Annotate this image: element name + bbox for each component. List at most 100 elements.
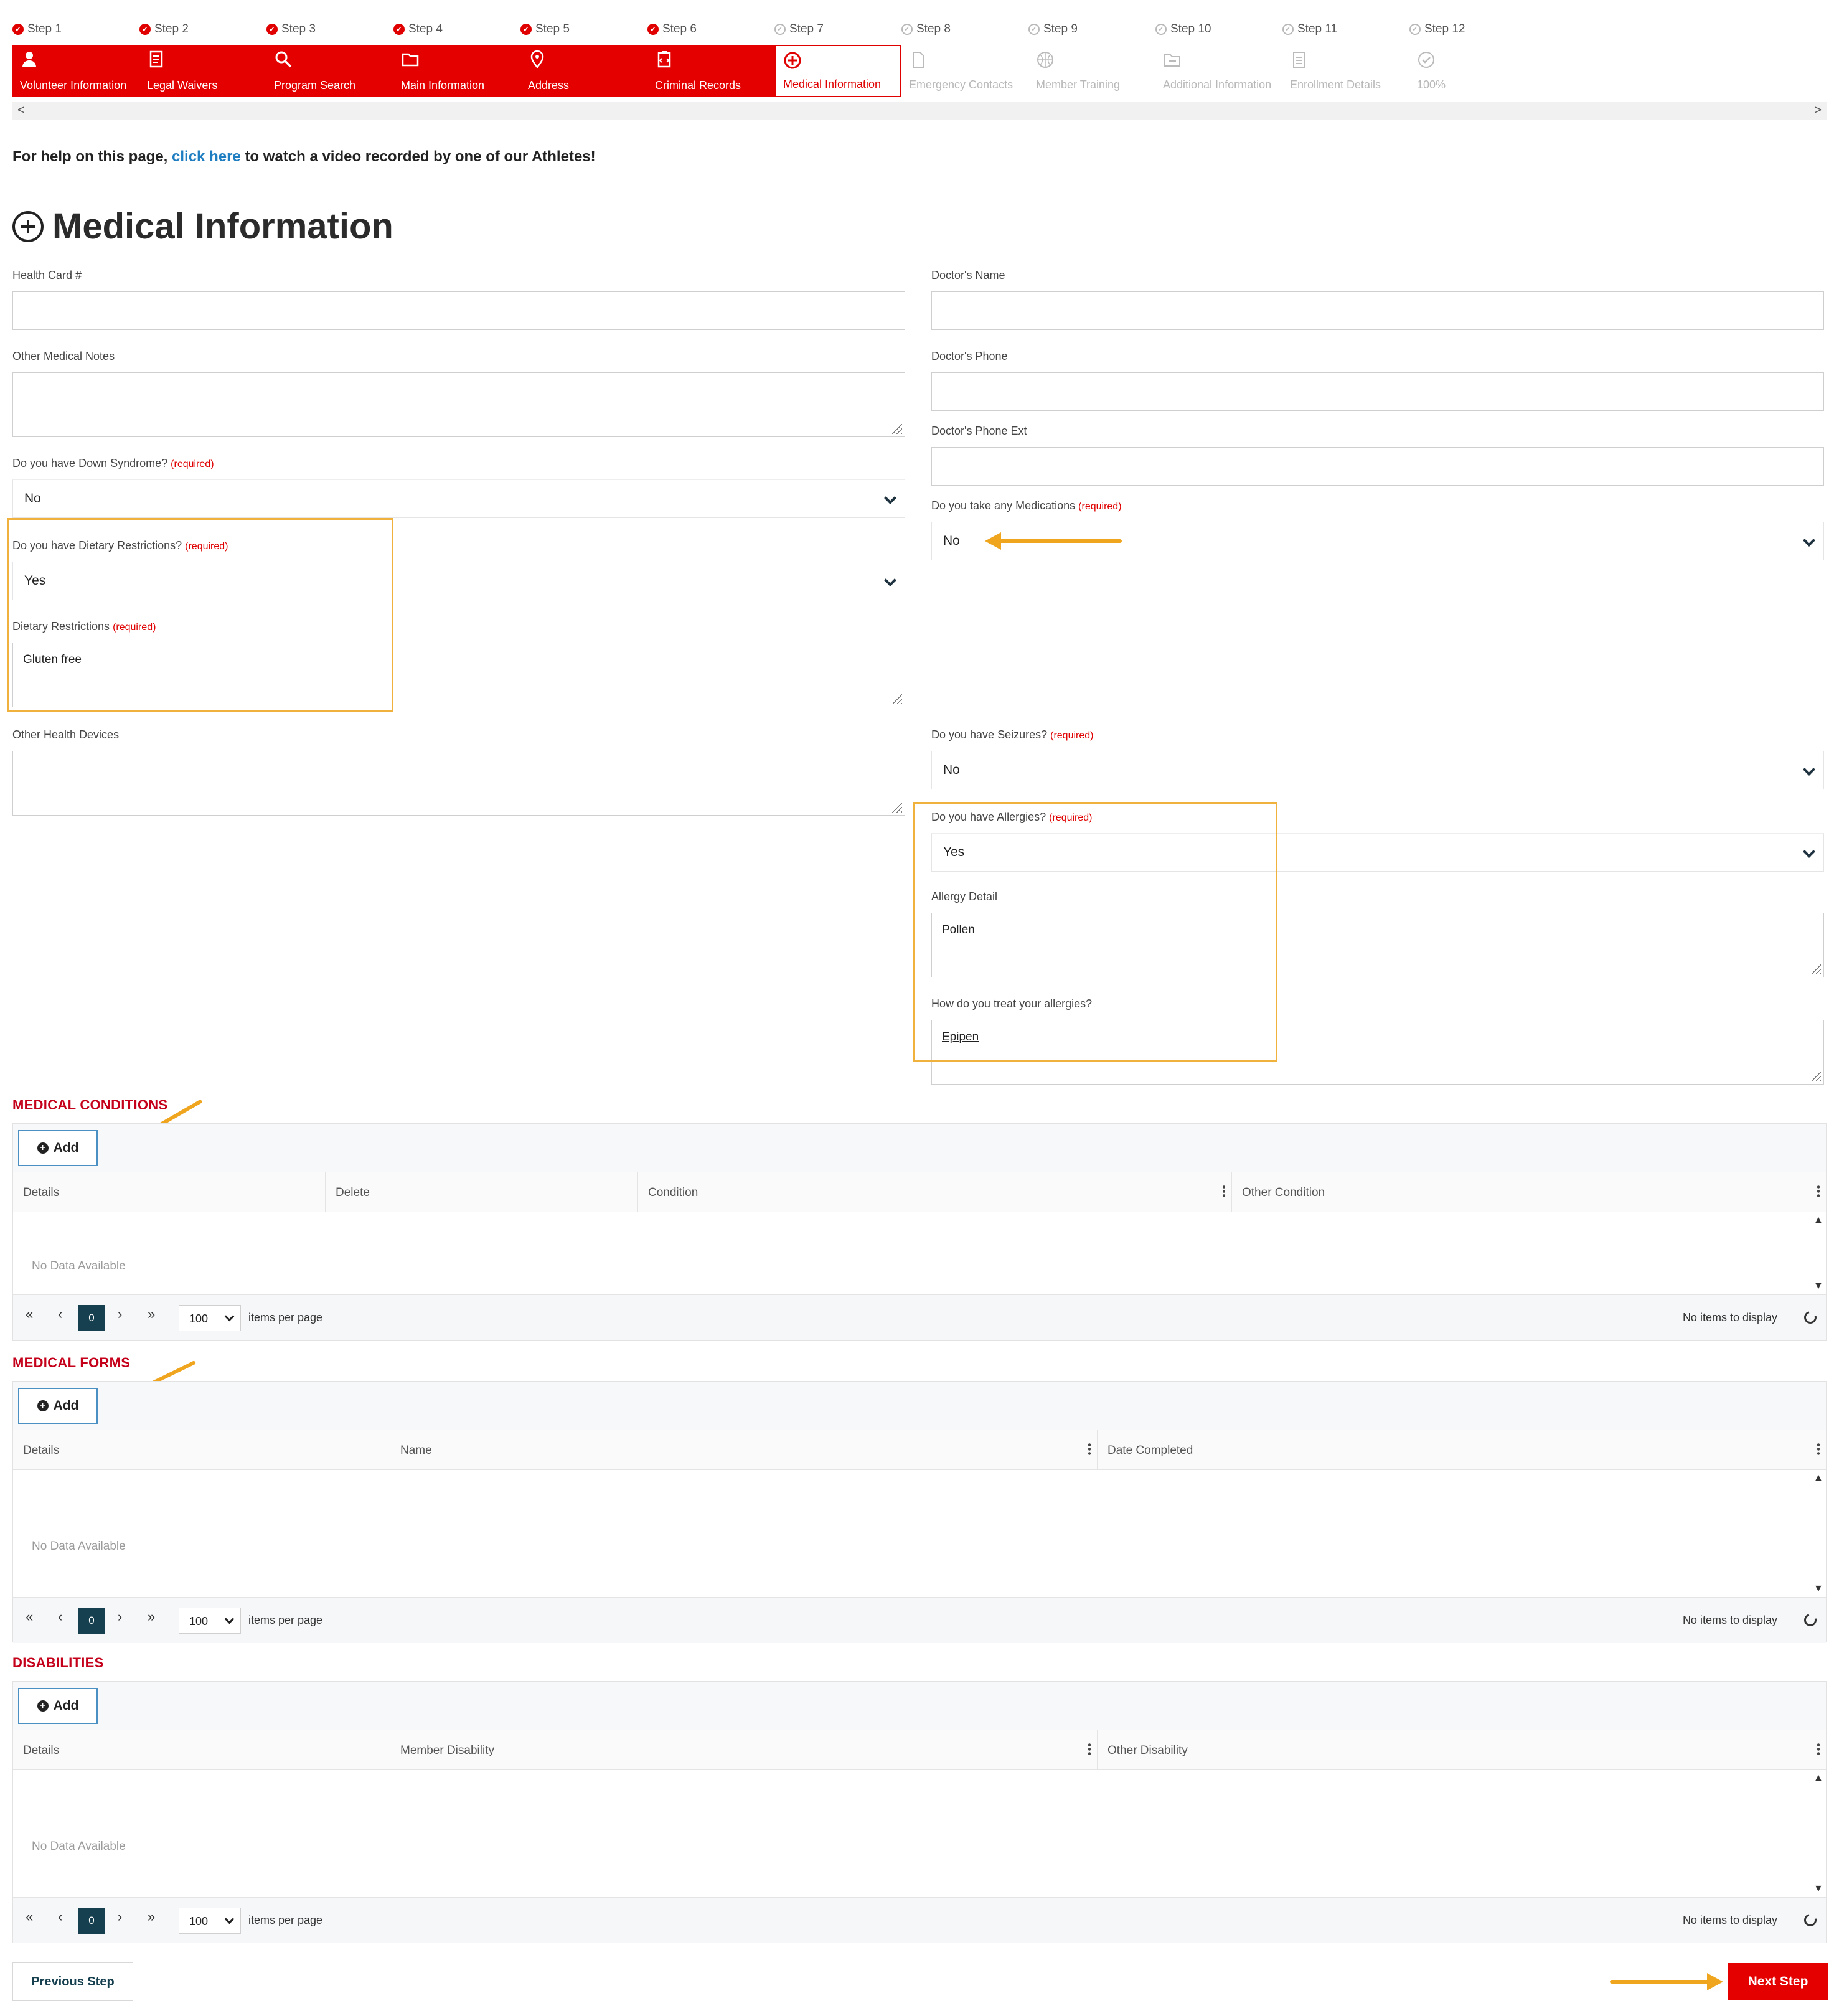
vertical-scrollbar[interactable]: ▲ ▼: [1810, 1770, 1826, 1897]
items-per-page-select[interactable]: 100: [179, 1608, 241, 1634]
refresh-button[interactable]: [1794, 1898, 1826, 1943]
vertical-scrollbar[interactable]: ▲ ▼: [1810, 1470, 1826, 1597]
add-disability-button[interactable]: + Add: [18, 1688, 98, 1724]
column-header-details[interactable]: Details: [13, 1430, 390, 1470]
last-page-icon[interactable]: »: [148, 1909, 155, 1925]
wizard-step-volunteer-information[interactable]: Volunteer Information: [12, 45, 139, 97]
column-menu-icon[interactable]: [1088, 1443, 1091, 1455]
grid-toolbar: + Add: [13, 1682, 1826, 1730]
items-per-page-label: items per page: [248, 1914, 323, 1926]
column-header-details[interactable]: Details: [13, 1172, 326, 1212]
column-menu-icon[interactable]: [1817, 1443, 1820, 1455]
column-header-other-disability[interactable]: Other Disability: [1098, 1730, 1826, 1770]
health-card-input[interactable]: [12, 291, 905, 330]
step-label-4: ✓ Step 4: [393, 22, 443, 36]
wizard-step-completion[interactable]: 100%: [1409, 45, 1536, 97]
pager-info: No items to display: [1682, 1914, 1777, 1926]
folder-list-icon: [1164, 54, 1180, 67]
current-page[interactable]: 0: [78, 1305, 105, 1331]
column-header-delete[interactable]: Delete: [326, 1172, 638, 1212]
wizard-step-address[interactable]: Address: [520, 45, 647, 97]
doctor-phone-input[interactable]: [931, 372, 1824, 411]
first-page-icon[interactable]: «: [26, 1306, 33, 1322]
prev-page-icon[interactable]: ‹: [58, 1609, 62, 1625]
wizard-step-main-information[interactable]: Main Information: [393, 45, 520, 97]
last-page-icon[interactable]: »: [148, 1306, 155, 1322]
column-menu-icon[interactable]: [1088, 1743, 1091, 1755]
column-header-name[interactable]: Name: [390, 1430, 1098, 1470]
clipboard-icon: [657, 51, 671, 68]
previous-step-button[interactable]: Previous Step: [12, 1962, 133, 2001]
prev-page-icon[interactable]: ‹: [58, 1306, 62, 1322]
next-step-button[interactable]: Next Step: [1728, 1963, 1828, 2000]
wizard-horizontal-scrollbar[interactable]: < >: [12, 102, 1827, 120]
items-per-page-select[interactable]: 100: [179, 1908, 241, 1934]
column-menu-icon[interactable]: [1223, 1185, 1225, 1197]
vertical-scrollbar[interactable]: ▲ ▼: [1810, 1212, 1826, 1294]
step-label-2: ✓ Step 2: [139, 22, 189, 36]
resize-handle-icon[interactable]: [891, 801, 902, 813]
doctor-name-input[interactable]: [931, 291, 1824, 330]
resize-handle-icon[interactable]: [1810, 963, 1821, 974]
down-syndrome-select[interactable]: No: [12, 479, 905, 518]
annotation-arrow-icon: [1610, 1973, 1723, 1990]
prev-page-icon[interactable]: ‹: [58, 1909, 62, 1925]
wizard-step-legal-waivers[interactable]: Legal Waivers: [139, 45, 266, 97]
current-page[interactable]: 0: [78, 1608, 105, 1634]
column-menu-icon[interactable]: [1817, 1743, 1820, 1755]
medications-label: Do you take any Medications (required): [931, 499, 1122, 512]
grid-header: Details Name Date Completed: [13, 1430, 1826, 1470]
resize-handle-icon[interactable]: [891, 693, 902, 704]
wizard-step-criminal-records[interactable]: Criminal Records: [647, 45, 774, 97]
last-page-icon[interactable]: »: [148, 1609, 155, 1625]
chevron-down-icon: [224, 1311, 235, 1322]
other-health-devices-textarea[interactable]: [12, 751, 905, 816]
scroll-up-icon[interactable]: ▲: [1813, 1472, 1823, 1484]
wizard-step-enrollment-details[interactable]: Enrollment Details: [1282, 45, 1409, 97]
step-label-10: ✓ Step 10: [1155, 22, 1211, 36]
next-page-icon[interactable]: ›: [118, 1609, 122, 1625]
add-medical-condition-button[interactable]: + Add: [18, 1130, 98, 1166]
other-medical-notes-textarea[interactable]: [12, 372, 905, 437]
help-video-link[interactable]: click here: [172, 148, 241, 165]
wizard-step-program-search[interactable]: Program Search: [266, 45, 393, 97]
no-data-message: No Data Available: [32, 1260, 126, 1273]
refresh-button[interactable]: [1794, 1295, 1826, 1340]
wizard-step-member-training[interactable]: Member Training: [1028, 45, 1155, 97]
scroll-right-icon[interactable]: >: [1814, 103, 1822, 118]
next-page-icon[interactable]: ›: [118, 1909, 122, 1925]
scroll-down-icon[interactable]: ▼: [1813, 1583, 1823, 1594]
resize-handle-icon[interactable]: [891, 423, 902, 434]
refresh-icon: [1801, 1611, 1819, 1629]
refresh-button[interactable]: [1794, 1598, 1826, 1642]
column-header-details[interactable]: Details: [13, 1730, 390, 1770]
person-icon: [22, 52, 36, 67]
first-page-icon[interactable]: «: [26, 1909, 33, 1925]
column-header-other-condition[interactable]: Other Condition: [1232, 1172, 1826, 1212]
step-label-11: ✓ Step 11: [1282, 22, 1337, 36]
column-header-member-disability[interactable]: Member Disability: [390, 1730, 1098, 1770]
chevron-down-icon: [1803, 534, 1815, 547]
chevron-down-icon: [884, 492, 896, 504]
column-menu-icon[interactable]: [1817, 1185, 1820, 1197]
scroll-up-icon[interactable]: ▲: [1813, 1215, 1823, 1226]
next-page-icon[interactable]: ›: [118, 1306, 122, 1322]
wizard-step-additional-information[interactable]: Additional Information: [1155, 45, 1282, 97]
seizures-select[interactable]: No: [931, 751, 1824, 789]
current-page[interactable]: 0: [78, 1908, 105, 1934]
column-header-date-completed[interactable]: Date Completed: [1098, 1430, 1826, 1470]
column-header-condition[interactable]: Condition: [638, 1172, 1232, 1212]
add-medical-form-button[interactable]: + Add: [18, 1388, 98, 1424]
items-per-page-select[interactable]: 100: [179, 1305, 241, 1331]
first-page-icon[interactable]: «: [26, 1609, 33, 1625]
wizard-step-medical-information[interactable]: Medical Information: [774, 45, 901, 97]
resize-handle-icon[interactable]: [1810, 1070, 1821, 1081]
chevron-down-icon: [884, 574, 896, 586]
scroll-down-icon[interactable]: ▼: [1813, 1281, 1823, 1292]
scroll-down-icon[interactable]: ▼: [1813, 1883, 1823, 1895]
wizard-step-emergency-contacts[interactable]: Emergency Contacts: [901, 45, 1028, 97]
scroll-up-icon[interactable]: ▲: [1813, 1773, 1823, 1784]
plus-circle-icon: [12, 210, 44, 242]
doctor-phone-ext-input[interactable]: [931, 447, 1824, 486]
scroll-left-icon[interactable]: <: [17, 103, 25, 118]
